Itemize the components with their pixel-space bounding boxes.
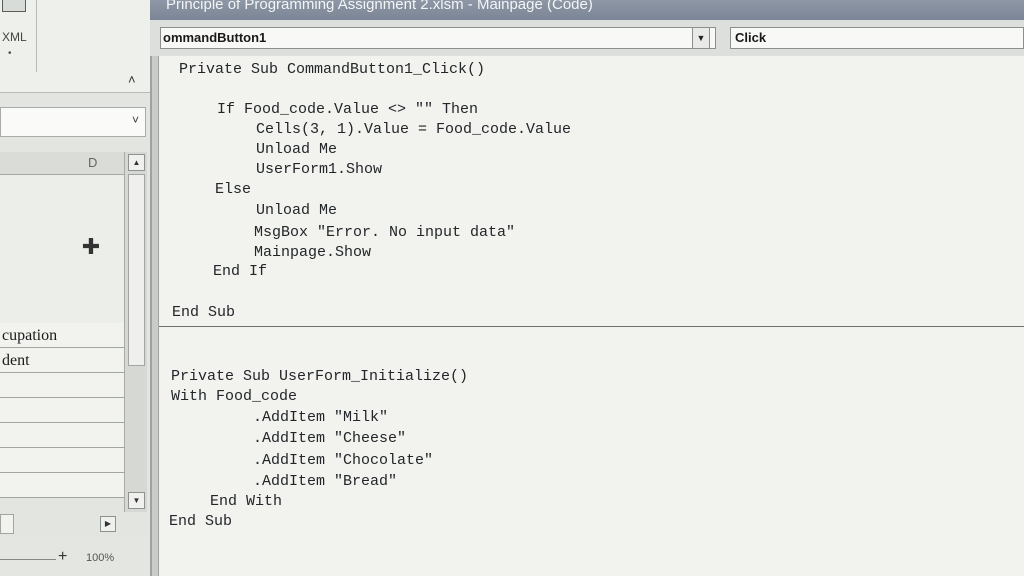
worksheet-cell[interactable] (0, 423, 124, 448)
code-editor[interactable]: Private Sub CommandButton1_Click() If Fo… (158, 56, 1024, 576)
scrollbar-thumb[interactable] (128, 174, 145, 366)
worksheet-cell[interactable] (0, 373, 124, 398)
code-line[interactable]: Private Sub CommandButton1_Click() (179, 62, 485, 78)
code-line[interactable]: Cells(3, 1).Value = Food_code.Value (256, 122, 571, 138)
worksheet-cell[interactable] (0, 448, 124, 473)
code-window-combobar: ommandButton1 ▼ Click (150, 20, 1024, 56)
sheet-tab[interactable] (0, 514, 14, 534)
object-dropdown-value: ommandButton1 (163, 30, 267, 45)
code-line[interactable]: If Food_code.Value <> "" Then (217, 102, 478, 118)
sheet-tab-bar: ▶ (0, 514, 124, 534)
code-line[interactable]: End With (210, 494, 282, 510)
code-line[interactable]: .AddItem "Bread" (253, 474, 397, 490)
xml-group-label: XML (2, 30, 27, 44)
code-line[interactable]: .AddItem "Milk" (253, 410, 388, 426)
code-line[interactable]: End If (213, 264, 267, 280)
excel-ribbon: XML • ˄ (0, 0, 150, 93)
ribbon-dot-icon: • (8, 48, 12, 59)
column-header-d[interactable]: D (88, 155, 97, 170)
ribbon-divider (36, 0, 37, 72)
worksheet-rows: cupation dent (0, 323, 124, 498)
worksheet-area[interactable] (0, 175, 124, 323)
scroll-up-icon[interactable]: ▲ (128, 154, 145, 171)
procedure-dropdown[interactable]: Click (730, 27, 1024, 49)
procedure-separator (159, 326, 1024, 327)
column-header[interactable]: D (0, 152, 124, 175)
zoom-level[interactable]: 100% (86, 552, 114, 564)
code-line[interactable]: End Sub (172, 305, 235, 321)
ribbon-command-icon[interactable] (2, 0, 26, 12)
cell-cursor-icon: ✚ (81, 234, 101, 259)
object-dropdown[interactable]: ommandButton1 (160, 27, 716, 49)
code-line[interactable]: Unload Me (256, 203, 337, 219)
code-line[interactable]: .AddItem "Cheese" (253, 431, 406, 447)
code-line[interactable]: Mainpage.Show (254, 245, 371, 261)
worksheet-cell[interactable] (0, 398, 124, 423)
code-line[interactable]: .AddItem "Chocolate" (253, 453, 433, 469)
status-bar: + 100% (0, 538, 150, 576)
vertical-scrollbar[interactable]: ▲ ▼ (124, 152, 147, 512)
code-line[interactable]: Unload Me (256, 142, 337, 158)
worksheet-cell[interactable]: dent (0, 348, 124, 373)
code-line[interactable]: With Food_code (171, 389, 297, 405)
code-line[interactable]: Else (215, 182, 251, 198)
window-title: Principle of Programming Assignment 2.xl… (166, 0, 593, 13)
procedure-dropdown-value: Click (735, 30, 767, 45)
code-line[interactable]: Private Sub UserForm_Initialize() (171, 369, 468, 385)
code-line[interactable]: End Sub (169, 514, 232, 530)
dropdown-arrow-icon[interactable]: ▼ (692, 27, 710, 49)
scroll-down-icon[interactable]: ▼ (128, 492, 145, 509)
scroll-right-icon[interactable]: ▶ (100, 516, 116, 532)
zoom-slider[interactable] (0, 559, 56, 560)
chevron-down-icon[interactable]: ˅ (132, 113, 139, 127)
excel-window: XML • ˄ ˅ D ✚ cupation dent ▲ ▼ ▶ + 100% (0, 0, 152, 576)
code-window-titlebar: Principle of Programming Assignment 2.xl… (150, 0, 1024, 20)
worksheet-cell[interactable]: cupation (0, 323, 124, 348)
zoom-in-icon[interactable]: + (58, 548, 67, 566)
worksheet-cell[interactable] (0, 473, 124, 498)
code-line[interactable]: UserForm1.Show (256, 162, 382, 178)
name-box[interactable]: ˅ (0, 107, 146, 137)
code-line[interactable]: MsgBox "Error. No input data" (254, 225, 515, 241)
collapse-ribbon-chevron-icon[interactable]: ˄ (128, 72, 136, 87)
